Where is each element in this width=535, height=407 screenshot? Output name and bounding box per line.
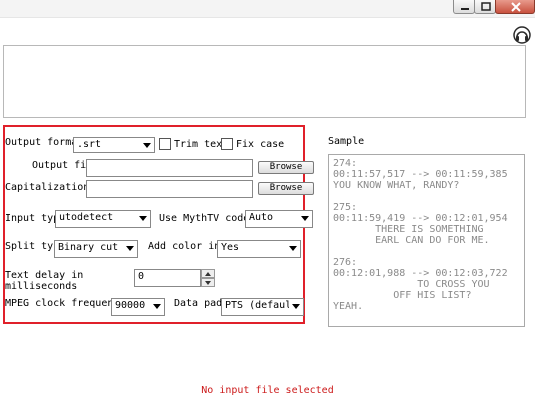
- chevron-down-icon: [289, 299, 303, 313]
- output-format-label: Output forma: [5, 137, 78, 148]
- chevron-down-icon: [140, 138, 154, 152]
- output-file-label: Output fil: [32, 160, 93, 171]
- sample-line: 276:: [333, 257, 358, 268]
- sample-line: 00:11:59,419 --> 00:12:01,954: [333, 213, 508, 224]
- chevron-down-icon: [123, 241, 137, 255]
- add-color-label: Add color in: [148, 241, 221, 252]
- close-button[interactable]: [495, 0, 535, 14]
- capitalization-input[interactable]: [86, 180, 253, 198]
- maximize-icon: [481, 2, 491, 11]
- text-delay-input[interactable]: 0: [134, 269, 201, 287]
- sample-line: 00:12:01,988 --> 00:12:03,722: [333, 268, 508, 279]
- sample-line: THERE IS SOMETHING: [333, 224, 484, 235]
- minimize-icon: [461, 8, 469, 10]
- help-circle-icon[interactable]: [513, 26, 531, 44]
- chevron-down-icon: [298, 211, 312, 225]
- sample-line: TO CROSS YOU: [333, 279, 490, 290]
- chevron-down-icon: [150, 299, 164, 313]
- mythtv-code-label: Use MythTV code: [159, 213, 250, 224]
- sample-line: 00:11:57,517 --> 00:11:59,385: [333, 169, 508, 180]
- mythtv-code-value: Auto: [249, 212, 274, 223]
- status-message: No input file selected: [201, 385, 334, 396]
- text-delay-label-units: milliseconds: [5, 281, 78, 292]
- spin-down-icon[interactable]: [201, 278, 215, 287]
- data-pad-label: Data pad: [174, 298, 223, 309]
- output-format-select[interactable]: .srt: [73, 137, 155, 153]
- sample-line: YOU KNOW WHAT, RANDY?: [333, 180, 460, 191]
- split-type-select[interactable]: Binary cut: [54, 240, 138, 258]
- split-type-value: Binary cut: [58, 242, 119, 253]
- title-bar: [0, 0, 535, 18]
- sample-line: 274:: [333, 158, 358, 169]
- data-pad-value: PTS (defaul: [225, 300, 292, 311]
- capitalization-label: Capitalization: [5, 182, 90, 193]
- sample-line: EARL CAN DO FOR ME.: [333, 235, 490, 246]
- chevron-down-icon: [136, 211, 150, 225]
- mpeg-clock-label: MPEG clock frequenc: [5, 298, 120, 309]
- trim-text-checkbox[interactable]: [159, 138, 171, 150]
- sample-label: Sample: [328, 136, 365, 147]
- input-type-select[interactable]: utodetect: [55, 210, 151, 228]
- output-file-input[interactable]: [86, 159, 253, 177]
- data-pad-select[interactable]: PTS (defaul: [221, 298, 304, 316]
- chevron-down-icon: [286, 241, 300, 255]
- log-textarea[interactable]: [3, 45, 526, 118]
- fix-case-label: Fix case: [236, 139, 285, 150]
- minimize-button[interactable]: [453, 0, 475, 14]
- mpeg-clock-value: 90000: [115, 300, 146, 311]
- mpeg-clock-select[interactable]: 90000: [111, 298, 165, 316]
- spin-up-icon[interactable]: [201, 269, 215, 278]
- sample-preview: 274: 00:11:57,517 --> 00:11:59,385 YOU K…: [328, 154, 525, 327]
- add-color-select[interactable]: Yes: [217, 240, 301, 258]
- trim-text-label: Trim tex: [174, 139, 223, 150]
- sample-line: OFF HIS LIST?: [333, 290, 472, 301]
- sample-line: YEAH.: [333, 301, 364, 312]
- close-icon: [511, 2, 521, 12]
- output-format-value: .srt: [77, 139, 102, 150]
- maximize-button[interactable]: [474, 0, 496, 14]
- text-delay-spinner[interactable]: [201, 269, 215, 287]
- add-color-value: Yes: [221, 242, 240, 253]
- mythtv-code-select[interactable]: Auto: [245, 210, 313, 228]
- capitalization-browse-button[interactable]: Browse: [258, 182, 314, 195]
- fix-case-checkbox[interactable]: [221, 138, 233, 150]
- sample-line: 275:: [333, 202, 358, 213]
- input-type-value: utodetect: [59, 212, 114, 223]
- output-file-browse-button[interactable]: Browse: [258, 161, 314, 174]
- split-type-label: Split typ: [5, 241, 60, 252]
